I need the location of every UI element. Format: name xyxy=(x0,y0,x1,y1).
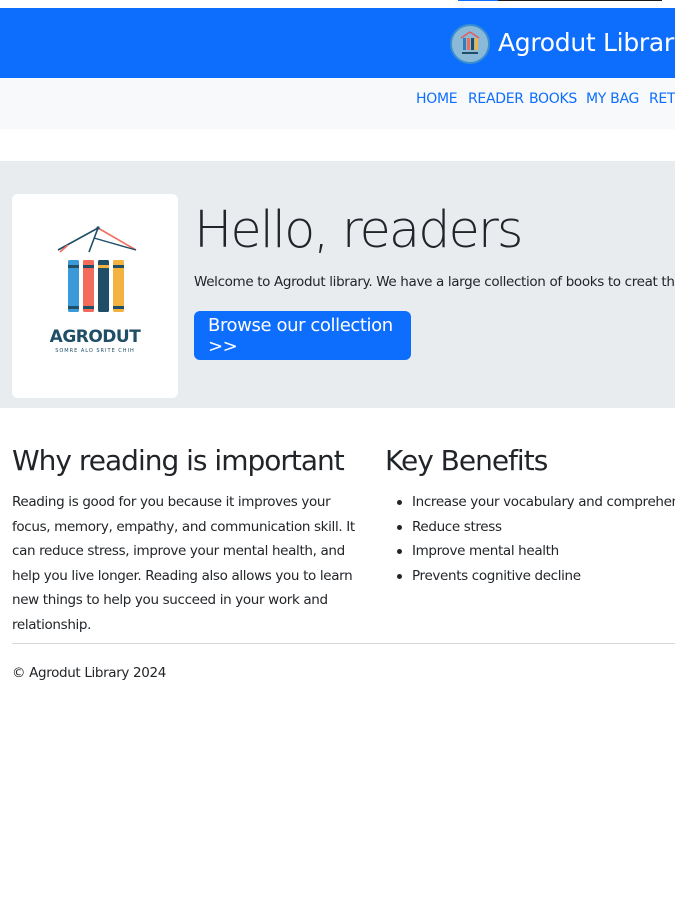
benefits-list: Increase your vocabulary and comprehensi… xyxy=(396,490,675,588)
brand-title[interactable]: Agrodut Library xyxy=(498,28,675,57)
page: Agrodut Library HOME READER BOOKS MY BAG… xyxy=(0,0,675,900)
nav-item-return[interactable]: RETU xyxy=(649,91,675,107)
top-edge-line xyxy=(498,0,662,1)
main-nav: HOME READER BOOKS MY BAG RETU xyxy=(0,78,675,129)
nav-item-reader[interactable]: READER xyxy=(468,91,524,107)
browse-collection-button[interactable]: Browse our collection >> xyxy=(194,311,411,360)
top-edge-accent xyxy=(458,0,498,1)
nav-item-home[interactable]: HOME xyxy=(416,91,458,107)
key-benefits-heading: Key Benefits xyxy=(385,444,548,477)
hero-logo-card: AGRODUT SOMRE ALO SRITE CHIH xyxy=(12,194,178,398)
hero-section: AGRODUT SOMRE ALO SRITE CHIH Hello, read… xyxy=(0,161,675,408)
why-reading-paragraph: Reading is good for you because it impro… xyxy=(12,494,355,633)
top-header: Agrodut Library xyxy=(0,8,675,78)
agrodut-library-logo xyxy=(57,226,137,312)
library-logo-graphic xyxy=(452,26,488,62)
list-item: Reduce stress xyxy=(396,515,675,540)
footer-divider xyxy=(12,643,675,644)
footer-copyright: © Agrodut Library 2024 xyxy=(12,665,166,681)
list-item: Increase your vocabulary and comprehensi… xyxy=(396,490,675,515)
agrodut-logo-icon[interactable] xyxy=(450,24,490,64)
logo-wordmark: AGRODUT xyxy=(49,327,141,347)
nav-item-my-bag[interactable]: MY BAG xyxy=(586,91,639,107)
list-item: Prevents cognitive decline xyxy=(396,564,675,589)
nav-item-books[interactable]: BOOKS xyxy=(529,91,577,107)
logo-tagline: SOMRE ALO SRITE CHIH xyxy=(55,348,135,354)
hero-welcome-text: Welcome to Agrodut library. We have a la… xyxy=(194,274,675,290)
why-reading-heading: Why reading is important xyxy=(12,444,345,477)
list-item: Improve mental health xyxy=(396,539,675,564)
hero-title: Hello, readers xyxy=(194,201,523,260)
